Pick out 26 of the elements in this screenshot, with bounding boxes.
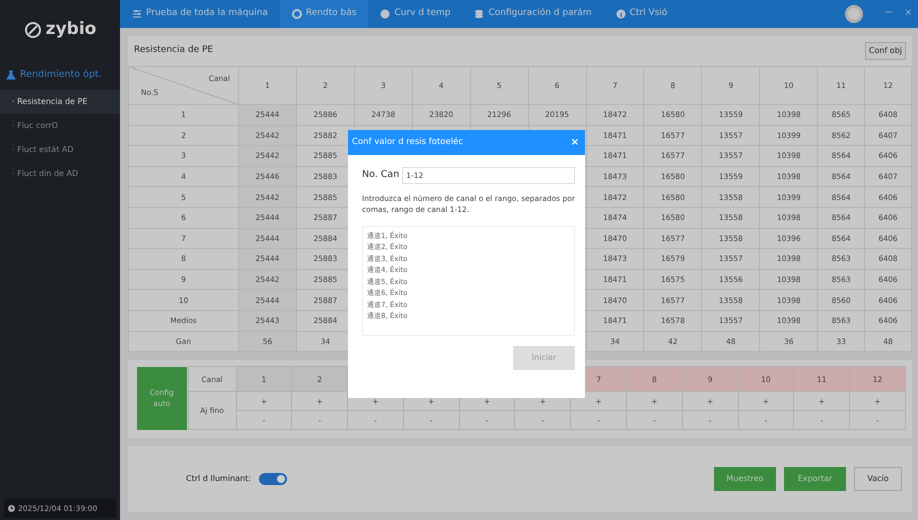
flask-icon — [6, 70, 16, 80]
illuminant-label: Ctrl d Iluminant: — [186, 473, 251, 486]
action-button[interactable]: Vacío — [854, 467, 902, 492]
logo-text: zybio — [46, 18, 96, 42]
conf-obj-button[interactable]: Conf obj — [864, 42, 906, 60]
panel-title: Resistencia de PE — [134, 44, 214, 58]
ring-icon — [292, 9, 302, 19]
circle-icon — [380, 9, 390, 19]
logo-icon — [24, 21, 42, 39]
database-icon — [474, 9, 484, 19]
clock-icon — [8, 504, 15, 512]
info-icon — [616, 9, 626, 19]
sidebar-item[interactable]: · Fluct din de AD — [0, 162, 120, 186]
toggle-switch[interactable] — [258, 473, 287, 486]
nav-tab[interactable]: Configuración d parám — [462, 0, 604, 28]
sidebar-item[interactable]: · Fluct estát AD — [0, 138, 120, 162]
menu-section[interactable]: Rendimiento ópt. — [20, 68, 102, 82]
nav-tab[interactable]: Curv d temp — [368, 0, 462, 28]
field-label: No. Can — [362, 168, 400, 182]
sidebar-item[interactable]: · Resistencia de PE — [0, 90, 120, 114]
close-button[interactable]: × — [570, 135, 579, 150]
nav-tab[interactable]: Prueba de toda la máquina — [120, 0, 280, 28]
gear-icon[interactable] — [842, 3, 865, 25]
sidebar-item[interactable]: · Fluc corrO — [0, 114, 120, 138]
sliders-icon — [132, 9, 142, 19]
dialog-title: Conf valor d resis fotoeléc — [352, 136, 463, 149]
